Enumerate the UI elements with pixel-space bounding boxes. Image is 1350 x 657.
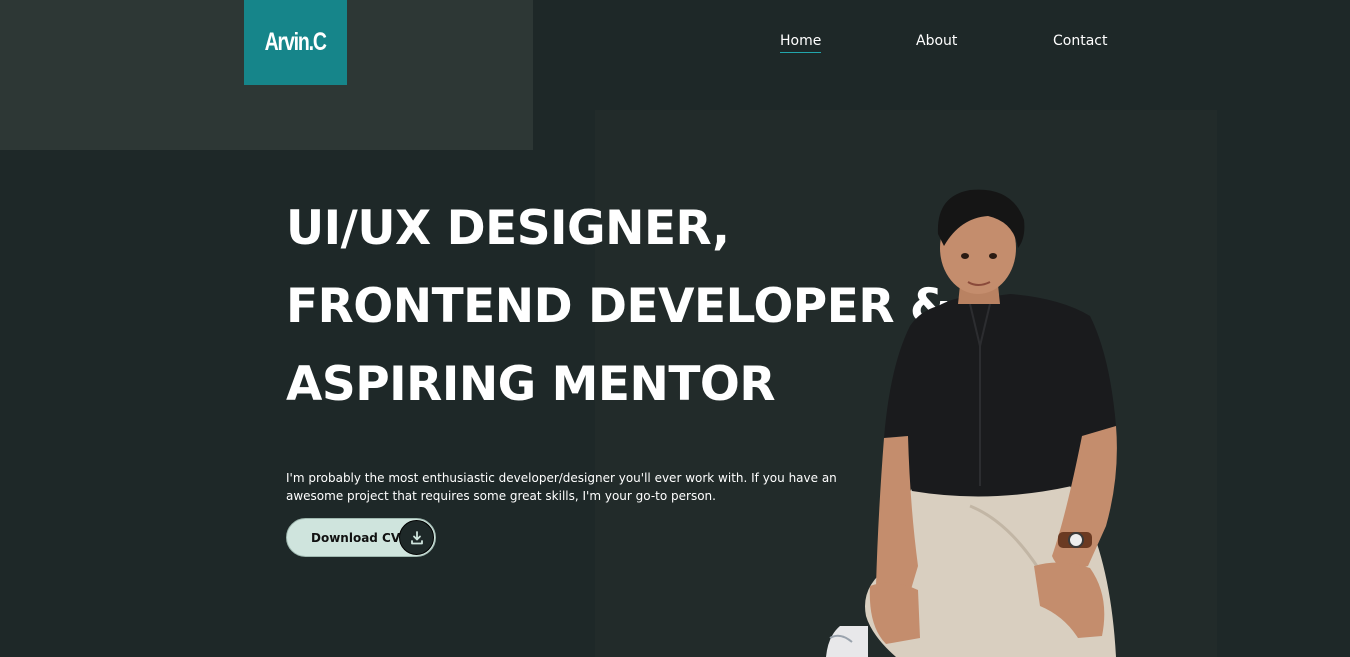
main-nav: Home About Contact: [0, 32, 1350, 56]
hero-description: I'm probably the most enthusiastic devel…: [286, 471, 837, 503]
nav-home-link[interactable]: Home: [780, 32, 822, 53]
portrait-photo: [826, 189, 1117, 657]
nav-contact-link[interactable]: Contact: [1053, 32, 1107, 52]
nav-about-link[interactable]: About: [916, 32, 957, 52]
download-icon[interactable]: [399, 520, 434, 555]
download-cv-button[interactable]: Download CV: [286, 518, 436, 557]
download-cv-label: Download CV: [311, 530, 401, 545]
